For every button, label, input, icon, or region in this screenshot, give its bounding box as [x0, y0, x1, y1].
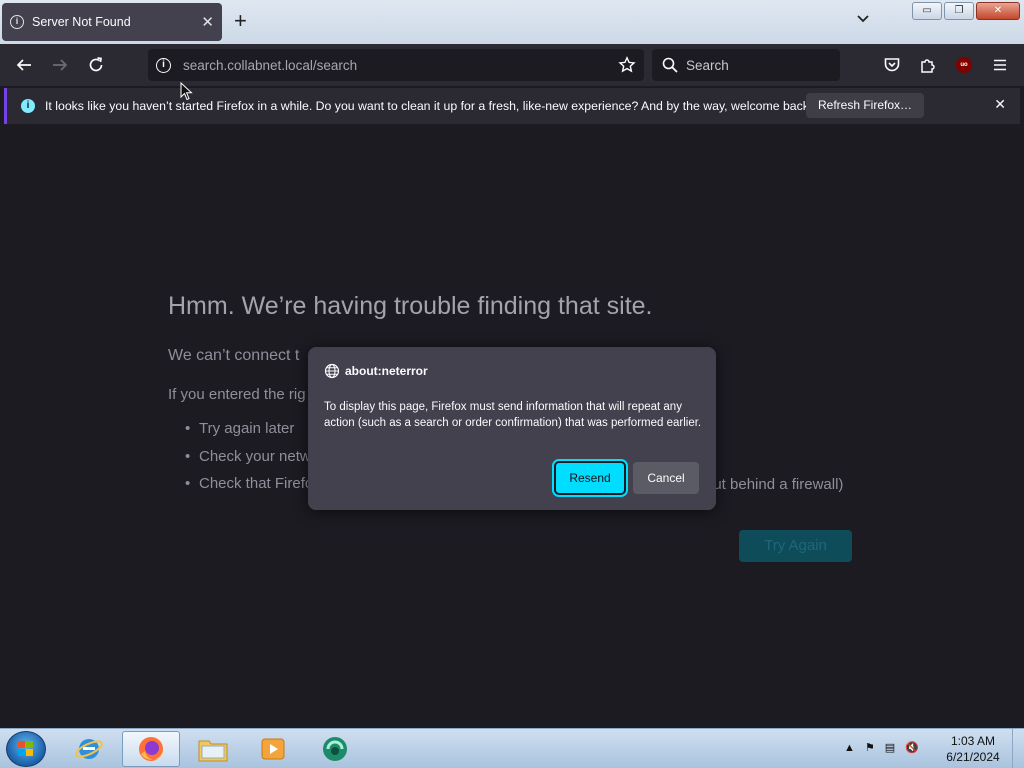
system-tray: ▲ ⚑ ▤ 🔇	[844, 741, 919, 755]
new-tab-button[interactable]: +	[234, 10, 247, 32]
internet-explorer-icon	[75, 739, 103, 759]
info-icon: i	[10, 15, 24, 29]
ublock-origin-icon: uo	[956, 57, 972, 73]
cancel-button[interactable]: Cancel	[633, 462, 699, 494]
error-subtitle: We can’t connect t	[168, 347, 300, 364]
extensions-button[interactable]	[916, 53, 940, 77]
start-button[interactable]	[6, 731, 46, 767]
show-desktop-button[interactable]	[1012, 729, 1024, 768]
windows-taskbar: ▲ ⚑ ▤ 🔇 1:03 AM 6/21/2024	[0, 728, 1024, 768]
close-window-button[interactable]: ✕	[976, 2, 1020, 20]
taskbar-firefox[interactable]	[122, 731, 180, 767]
tab-server-not-found[interactable]: i Server Not Found ✕	[2, 3, 222, 41]
url-text[interactable]: search.collabnet.local/search	[183, 58, 357, 73]
error-title: Hmm. We’re having trouble finding that s…	[168, 292, 653, 320]
url-bar[interactable]: i search.collabnet.local/search	[148, 49, 644, 81]
error-suggestion-tail: out behind a firewall)	[705, 476, 844, 493]
forward-button[interactable]	[48, 53, 72, 77]
app-menu-button[interactable]	[988, 53, 1012, 77]
pocket-button[interactable]	[880, 53, 904, 77]
clock[interactable]: 1:03 AM 6/21/2024	[940, 733, 1006, 765]
volume-muted-icon[interactable]: 🔇	[905, 741, 919, 754]
clock-time: 1:03 AM	[950, 734, 996, 748]
refresh-firefox-button[interactable]: Refresh Firefox…	[806, 93, 925, 118]
taskbar-app[interactable]	[306, 731, 364, 767]
show-hidden-icons-icon[interactable]: ▲	[844, 742, 855, 754]
window-controls: ▭ ❐ ✕	[912, 2, 1020, 20]
back-arrow-icon	[16, 59, 31, 71]
network-icon[interactable]: ▤	[885, 741, 895, 754]
minimize-button[interactable]: ▭	[912, 2, 942, 20]
list-item: Check your netw	[185, 448, 312, 476]
reload-button[interactable]	[84, 53, 108, 77]
list-item: Try again later	[185, 420, 312, 448]
bookmark-star-icon[interactable]	[618, 56, 636, 74]
refresh-firefox-notification: i It looks like you haven’t started Fire…	[4, 88, 1020, 124]
notification-message: It looks like you haven’t started Firefo…	[45, 99, 813, 113]
forward-arrow-icon	[53, 59, 68, 71]
error-suggestions: Try again later Check your netw Check th…	[185, 420, 312, 503]
info-icon: i	[21, 99, 35, 113]
hamburger-menu-icon	[994, 59, 1006, 71]
try-again-button[interactable]: Try Again	[739, 530, 852, 562]
search-placeholder: Search	[686, 57, 729, 73]
taskbar-media-player[interactable]	[244, 731, 302, 767]
taskbar-internet-explorer[interactable]	[60, 731, 118, 767]
media-player-icon	[261, 738, 285, 760]
taskbar-file-explorer[interactable]	[184, 731, 242, 767]
dialog-header: about:neterror	[324, 363, 428, 379]
url-host: search.collabnet.local	[183, 57, 313, 73]
site-info-icon[interactable]: i	[156, 57, 171, 73]
dialog-title: about:neterror	[345, 364, 428, 378]
reload-icon	[89, 57, 103, 72]
resend-button[interactable]: Resend	[552, 459, 628, 497]
tab-strip: i Server Not Found ✕ + ▭ ❐ ✕	[0, 0, 1024, 44]
restore-button[interactable]: ❐	[944, 2, 974, 20]
puzzle-piece-icon	[921, 59, 935, 73]
clock-date: 6/21/2024	[946, 750, 1000, 764]
list-all-tabs-icon[interactable]	[856, 12, 870, 26]
globe-icon	[324, 363, 340, 379]
pocket-icon	[884, 58, 900, 72]
search-bar[interactable]: Search	[652, 49, 840, 81]
list-item: Check that Firefc	[185, 475, 312, 503]
mouse-cursor-icon	[180, 82, 193, 101]
firefox-icon	[139, 737, 164, 761]
dialog-message: To display this page, Firefox must send …	[324, 401, 702, 429]
notification-close-icon[interactable]: ✕	[994, 96, 1006, 113]
resend-dialog: about:neterror To display this page, Fir…	[308, 347, 716, 510]
url-path: /search	[312, 57, 358, 73]
folder-icon	[198, 740, 228, 762]
tab-close-icon[interactable]: ✕	[201, 13, 214, 31]
search-icon	[662, 57, 678, 73]
navigation-toolbar: i search.collabnet.local/search Search u…	[0, 44, 1024, 86]
back-button[interactable]	[12, 53, 36, 77]
error-intro: If you entered the rig	[168, 386, 306, 403]
action-center-flag-icon[interactable]: ⚑	[865, 741, 875, 754]
windows-logo-icon	[18, 741, 33, 756]
app-globe-icon	[323, 737, 347, 761]
ublock-origin-button[interactable]: uo	[952, 53, 976, 77]
tab-title: Server Not Found	[32, 15, 131, 29]
